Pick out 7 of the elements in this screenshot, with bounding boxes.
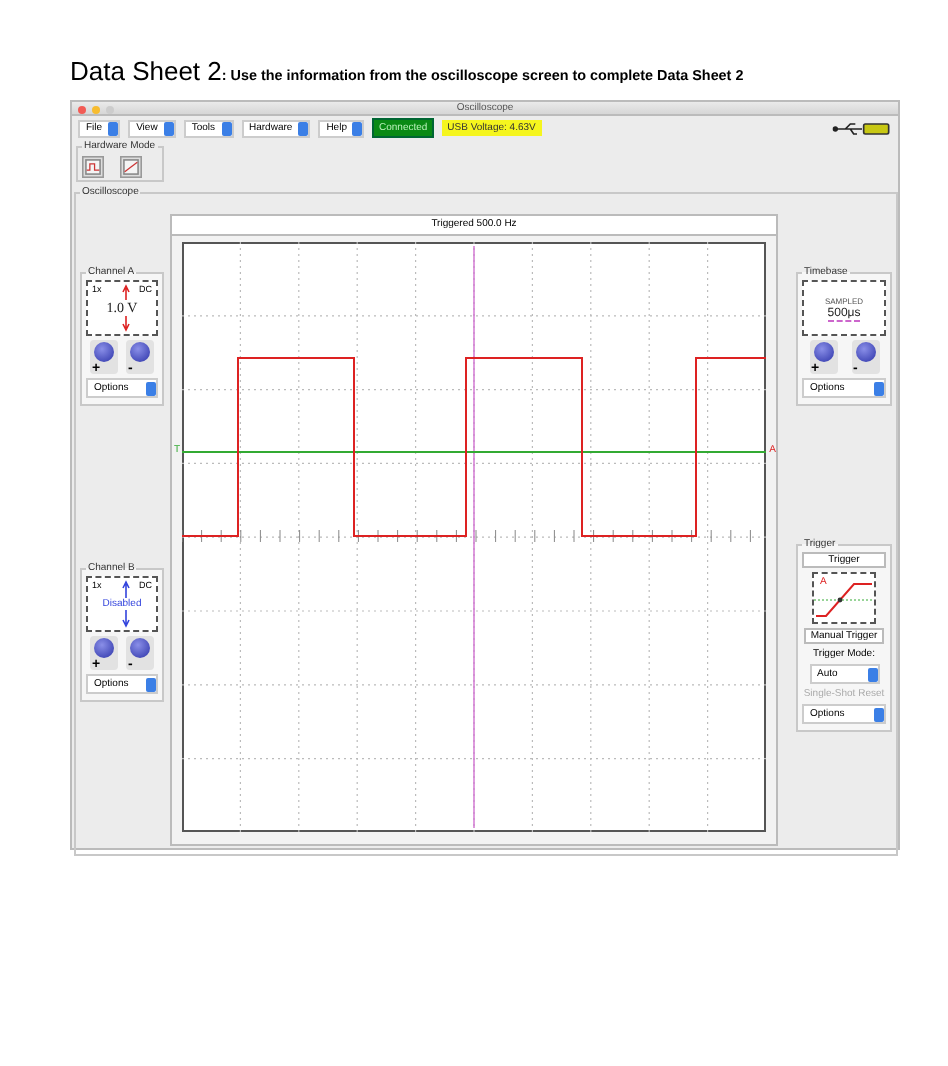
range-arrow-icon <box>122 284 130 332</box>
oscilloscope-mode-icon[interactable] <box>82 156 104 178</box>
minimize-button[interactable] <box>92 106 100 114</box>
heading-title: Data Sheet 2 <box>70 56 222 86</box>
close-button[interactable] <box>78 106 86 114</box>
signal-mode-icon[interactable] <box>120 156 142 178</box>
usb-device-icon <box>832 119 892 137</box>
